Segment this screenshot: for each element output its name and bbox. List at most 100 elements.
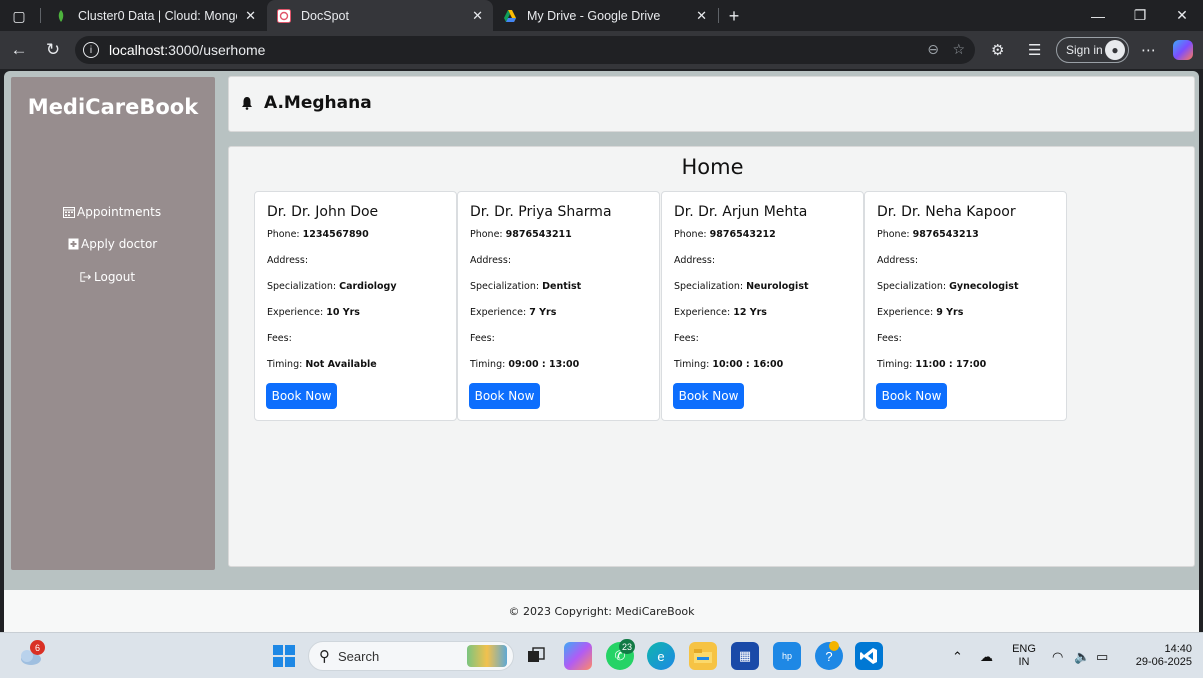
doctor-fees: Fees:: [877, 333, 902, 344]
new-tab-icon[interactable]: +: [723, 6, 745, 26]
back-icon[interactable]: ←: [8, 39, 30, 61]
search-highlight-icon: [467, 645, 507, 667]
search-label: Search: [338, 648, 380, 664]
tab-docspot[interactable]: DocSpot ✕: [267, 0, 493, 31]
taskbar-search-input[interactable]: ⚲ Search: [308, 641, 514, 671]
book-now-button[interactable]: Book Now: [673, 383, 744, 409]
show-hidden-icons-icon[interactable]: ⌃: [952, 649, 963, 665]
logout-icon: [80, 271, 92, 283]
doctor-card: Dr. Dr. Priya Sharma Phone: 9876543211 A…: [457, 191, 660, 421]
favorites-icon[interactable]: ☰: [1028, 41, 1041, 59]
doctor-specialization: Specialization: Gynecologist: [877, 281, 1019, 292]
doctor-phone: Phone: 9876543212: [674, 229, 776, 240]
close-icon[interactable]: ✕: [696, 8, 707, 24]
sign-in-label: Sign in: [1066, 43, 1103, 57]
zoom-icon[interactable]: ⊖: [927, 41, 939, 58]
book-now-button[interactable]: Book Now: [876, 383, 947, 409]
sidebar-item-apply-doctor[interactable]: Apply doctor: [67, 237, 157, 251]
doctor-experience: Experience: 9 Yrs: [877, 307, 964, 318]
copilot-taskbar-icon[interactable]: [564, 642, 592, 670]
favorite-star-icon[interactable]: ☆: [952, 41, 965, 58]
minimize-icon[interactable]: —: [1076, 0, 1120, 31]
browser-tab-strip: ▢ Cluster0 Data | Cloud: MongoDB ✕ DocSp…: [0, 0, 1203, 31]
address-bar[interactable]: i localhost:3000/userhome ⊖ ☆: [75, 36, 975, 64]
task-view-icon[interactable]: [522, 642, 550, 670]
doctor-card: Dr. Dr. John Doe Phone: 1234567890 Addre…: [254, 191, 457, 421]
doctor-name: Dr. Dr. Priya Sharma: [470, 204, 612, 220]
brand-logo-text: MediCareBook: [27, 95, 199, 119]
doctor-experience: Experience: 10 Yrs: [267, 307, 360, 318]
sidebar-item-label: Apply doctor: [81, 237, 158, 251]
calendar-icon: [63, 206, 75, 218]
window-close-icon[interactable]: ✕: [1160, 0, 1203, 31]
docspot-favicon-icon: [277, 8, 291, 23]
doctor-phone: Phone: 9876543213: [877, 229, 979, 240]
onedrive-icon[interactable]: ☁: [980, 649, 993, 665]
url-text: localhost:3000/userhome: [109, 42, 266, 58]
doctor-address: Address:: [470, 255, 512, 266]
tab-title: DocSpot: [301, 8, 349, 23]
tab-title: My Drive - Google Drive: [527, 8, 661, 23]
copyright-text: © 2023 Copyright: MediCareBook: [508, 604, 695, 618]
edge-browser-icon[interactable]: e: [647, 642, 675, 670]
doctor-specialization: Specialization: Cardiology: [267, 281, 397, 292]
tab-title: Cluster0 Data | Cloud: MongoDB: [78, 8, 237, 23]
clock[interactable]: 14:40 29-06-2025: [1122, 643, 1192, 669]
more-options-icon[interactable]: ⋯: [1141, 41, 1156, 59]
google-drive-icon: [504, 9, 516, 22]
windows-taskbar: 6 ⚲ Search ✆ 23 e ▦ hp ? ⌃ ☁ ENG IN ◠ 🔈 …: [0, 632, 1203, 678]
site-info-icon[interactable]: i: [83, 42, 99, 58]
browser-toolbar: ← ↻ i localhost:3000/userhome ⊖ ☆ ⚙ ☰ Si…: [0, 31, 1203, 69]
doctor-name: Dr. Dr. Arjun Mehta: [674, 204, 808, 220]
doctor-specialization: Specialization: Neurologist: [674, 281, 809, 292]
refresh-icon[interactable]: ↻: [42, 39, 64, 61]
close-icon[interactable]: ✕: [472, 8, 483, 24]
doctor-name: Dr. Dr. Neha Kapoor: [877, 204, 1016, 220]
book-now-button[interactable]: Book Now: [469, 383, 540, 409]
volume-muted-icon[interactable]: 🔈: [1074, 649, 1090, 665]
doctor-timing: Timing: 09:00 : 13:00: [470, 359, 580, 370]
doctor-timing: Timing: Not Available: [267, 359, 377, 370]
language-indicator[interactable]: ENG IN: [1011, 643, 1037, 669]
battery-icon[interactable]: ▭: [1096, 649, 1108, 665]
myhp-icon[interactable]: hp: [773, 642, 801, 670]
windows-start-icon[interactable]: [270, 642, 298, 670]
extensions-icon[interactable]: ⚙: [991, 41, 1004, 59]
profile-avatar-icon: ●: [1105, 40, 1125, 60]
sidebar-item-appointments[interactable]: Appointments: [63, 205, 161, 219]
tab-mongodb[interactable]: Cluster0 Data | Cloud: MongoDB ✕: [44, 0, 266, 31]
clock-time: 14:40: [1164, 643, 1192, 655]
restore-icon[interactable]: ❐: [1118, 0, 1162, 31]
doctor-phone: Phone: 9876543211: [470, 229, 572, 240]
close-icon[interactable]: ✕: [245, 8, 256, 24]
search-icon: ⚲: [319, 648, 330, 665]
doctor-card: Dr. Dr. Neha Kapoor Phone: 9876543213 Ad…: [864, 191, 1067, 421]
doctor-experience: Experience: 7 Yrs: [470, 307, 557, 318]
doctor-name: Dr. Dr. John Doe: [267, 204, 379, 220]
book-now-button[interactable]: Book Now: [266, 383, 337, 409]
copilot-icon[interactable]: [1173, 40, 1193, 60]
doctor-address: Address:: [267, 255, 309, 266]
doctor-address: Address:: [674, 255, 716, 266]
weather-badge: 6: [30, 640, 45, 655]
doctor-fees: Fees:: [267, 333, 292, 344]
wifi-icon[interactable]: ◠: [1052, 649, 1063, 665]
vscode-icon[interactable]: [855, 642, 883, 670]
user-name: A.Meghana: [264, 93, 372, 113]
tab-actions-icon[interactable]: ▢: [8, 6, 30, 26]
page-footer: © 2023 Copyright: MediCareBook: [4, 590, 1199, 632]
sidebar-item-label: Appointments: [77, 205, 162, 219]
main-content: Home Dr. Dr. John Doe Phone: 1234567890 …: [228, 146, 1195, 567]
tab-google-drive[interactable]: My Drive - Google Drive ✕: [493, 0, 717, 31]
page-title: Home: [681, 155, 744, 179]
doctor-timing: Timing: 10:00 : 16:00: [674, 359, 784, 370]
header-bar: A.Meghana: [228, 76, 1195, 132]
sign-in-button[interactable]: Sign in ●: [1056, 37, 1129, 63]
file-explorer-icon[interactable]: [689, 642, 717, 670]
sidebar-item-logout[interactable]: Logout: [80, 270, 135, 284]
sidebar-item-label: Logout: [94, 270, 136, 284]
sidebar: MediCareBook Appointments Apply doctor L…: [11, 77, 215, 570]
doctor-experience: Experience: 12 Yrs: [674, 307, 767, 318]
microsoft-store-icon[interactable]: ▦: [731, 642, 759, 670]
notification-bell-icon[interactable]: [241, 96, 253, 110]
